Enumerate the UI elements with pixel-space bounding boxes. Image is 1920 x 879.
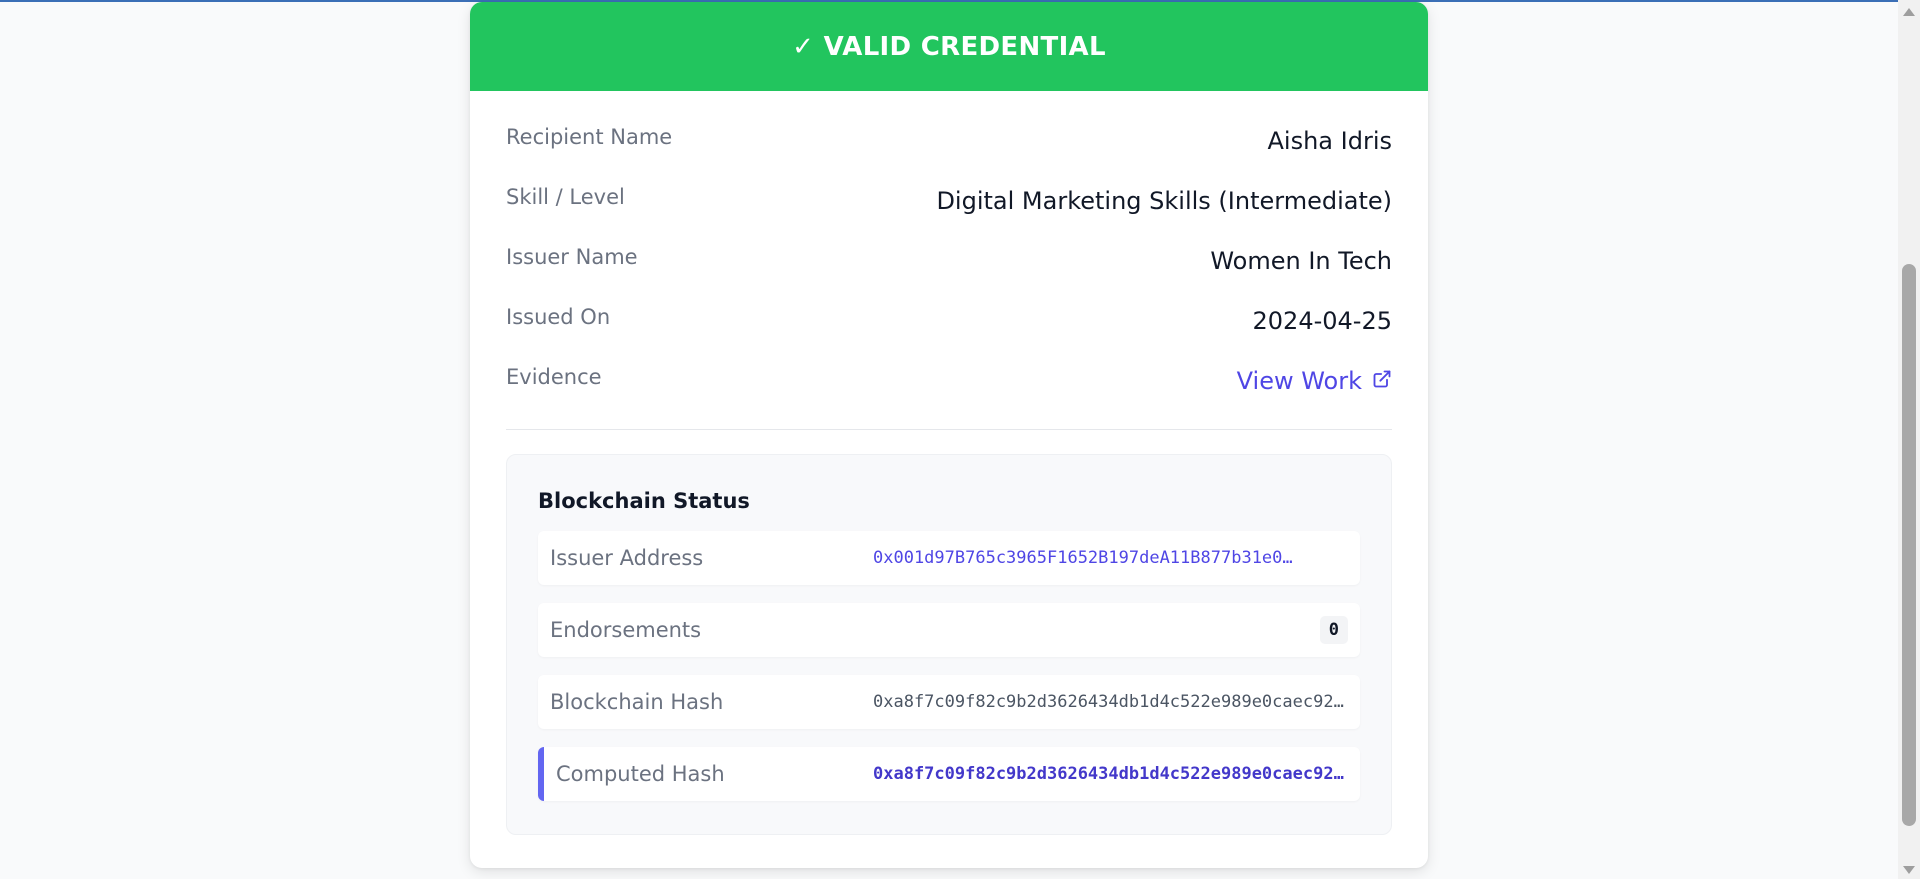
detail-row-issuer: Issuer Name Women In Tech — [506, 241, 1392, 301]
issued-on-label: Issued On — [506, 305, 611, 329]
endorsements-count-badge: 0 — [1319, 616, 1348, 644]
vertical-scrollbar[interactable] — [1898, 0, 1920, 879]
view-work-link[interactable]: View Work — [1237, 361, 1392, 395]
issuer-address-label: Issuer Address — [550, 546, 704, 570]
blockchain-status-panel: Blockchain Status Issuer Address 0x001d9… — [506, 454, 1392, 835]
computed-hash-label: Computed Hash — [556, 762, 725, 786]
section-divider — [506, 429, 1392, 430]
issuer-address-row: Issuer Address 0x001d97B765c3965F1652B19… — [538, 531, 1360, 585]
blockchain-hash-row: Blockchain Hash 0xa8f7c09f82c9b2d3626434… — [538, 675, 1360, 729]
issued-on-value: 2024-04-25 — [1252, 307, 1392, 335]
view-work-label: View Work — [1236, 367, 1362, 395]
computed-hash-row: Computed Hash 0xa8f7c09f82c9b2d3626434db… — [538, 747, 1360, 801]
external-link-icon — [1372, 367, 1392, 395]
evidence-label: Evidence — [506, 365, 602, 389]
issuer-name-value: Women In Tech — [1210, 247, 1392, 275]
recipient-name-value: Aisha Idris — [1267, 127, 1393, 155]
detail-row-issued-on: Issued On 2024-04-25 — [506, 301, 1392, 361]
valid-credential-banner: ✓ VALID CREDENTIAL — [470, 2, 1428, 91]
scroll-down-arrow-icon[interactable] — [1903, 866, 1915, 874]
scrollbar-thumb[interactable] — [1902, 264, 1916, 826]
computed-hash-value: 0xa8f7c09f82c9b2d3626434db1d4c522e989e0c… — [873, 764, 1348, 784]
banner-text: ✓ VALID CREDENTIAL — [792, 31, 1106, 62]
credential-details: Recipient Name Aisha Idris Skill / Level… — [470, 91, 1428, 430]
detail-row-skill: Skill / Level Digital Marketing Skills (… — [506, 181, 1392, 241]
detail-row-evidence: Evidence View Work — [506, 361, 1392, 421]
endorsements-row: Endorsements 0 — [538, 603, 1360, 657]
blockchain-hash-label: Blockchain Hash — [550, 690, 724, 714]
issuer-name-label: Issuer Name — [506, 245, 638, 269]
recipient-name-label: Recipient Name — [506, 125, 673, 149]
skill-level-value: Digital Marketing Skills (Intermediate) — [936, 187, 1392, 215]
blockchain-status-title: Blockchain Status — [538, 489, 750, 513]
blockchain-hash-value: 0xa8f7c09f82c9b2d3626434db1d4c522e989e0c… — [873, 692, 1348, 712]
scroll-up-arrow-icon[interactable] — [1903, 8, 1915, 16]
skill-level-label: Skill / Level — [506, 185, 625, 209]
credential-card: ✓ VALID CREDENTIAL Recipient Name Aisha … — [470, 2, 1428, 868]
issuer-address-value[interactable]: 0x001d97B765c3965F1652B197deA11B877b31e0… — [873, 548, 1348, 568]
detail-row-recipient: Recipient Name Aisha Idris — [506, 121, 1392, 181]
endorsements-label: Endorsements — [550, 618, 702, 642]
